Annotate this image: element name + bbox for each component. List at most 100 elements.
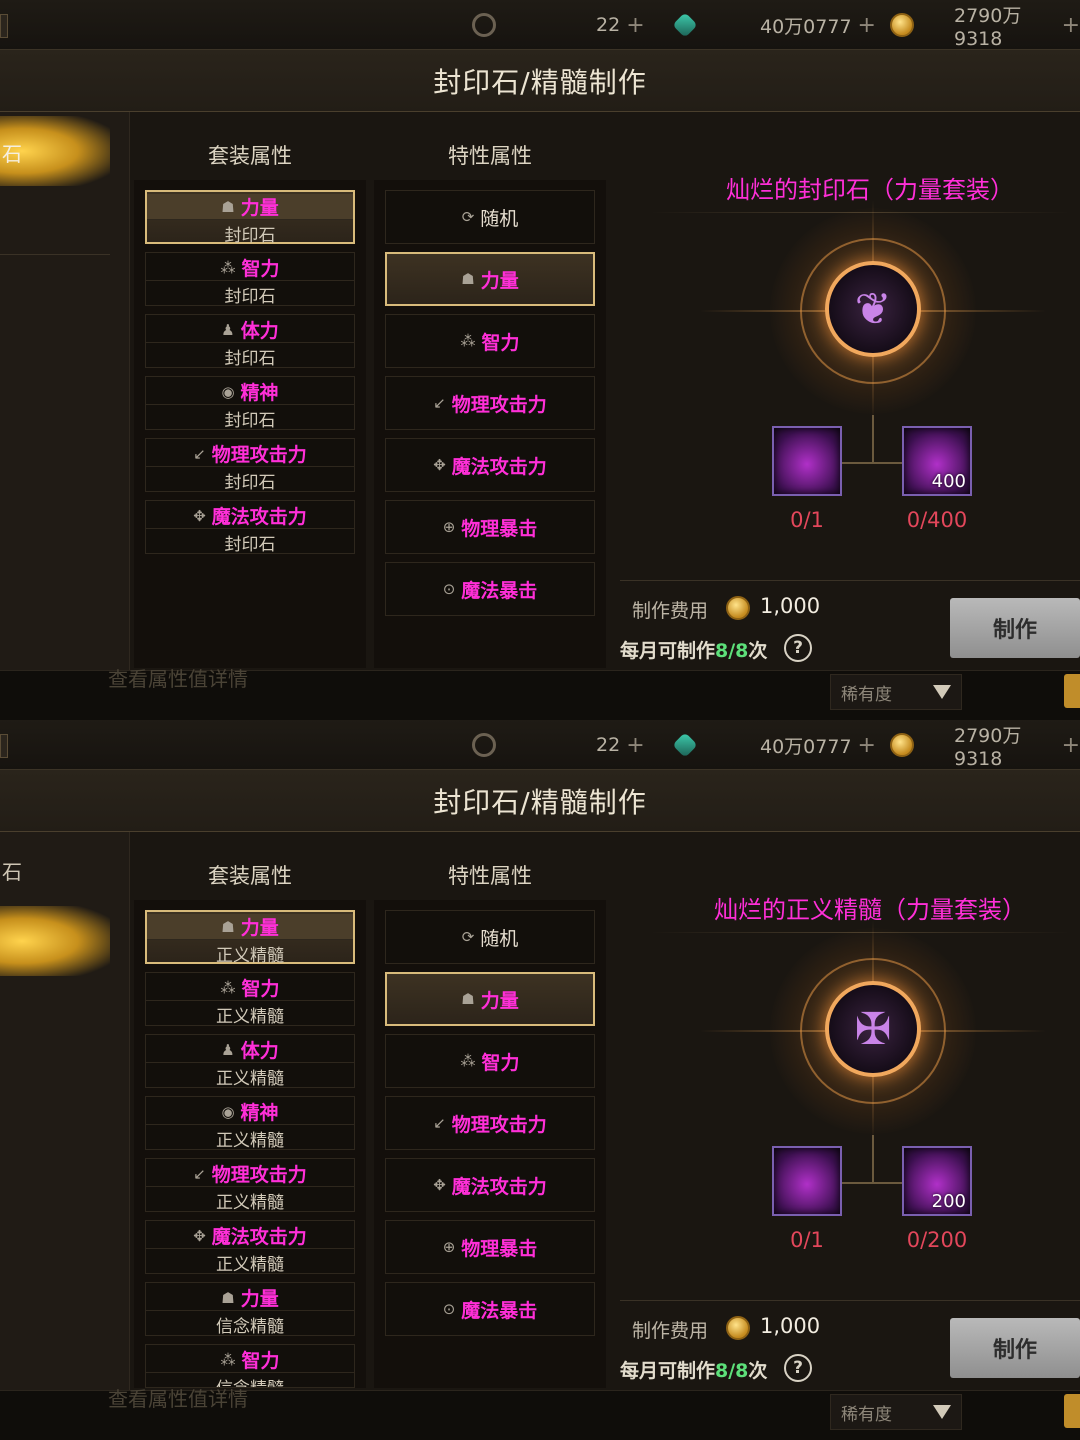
currency-1[interactable]: 22 +	[596, 720, 645, 770]
trait-item-magic-crit[interactable]: ⊙ 魔法暴击	[385, 562, 595, 616]
set-item-title: ☗ 力量	[146, 1285, 354, 1311]
set-item-intellect[interactable]: ⁂ 智力 封印石	[145, 252, 355, 307]
set-item-label: 智力	[241, 978, 280, 1000]
gold-coin-icon	[726, 596, 750, 620]
set-item-title: ⁂ 智力	[146, 975, 354, 1001]
plus-icon[interactable]: +	[626, 13, 644, 38]
trait-item-physical-crit[interactable]: ⊕ 物理暴击	[385, 1220, 595, 1274]
trait-item-label: 力量	[480, 269, 519, 292]
set-item-magic-attack[interactable]: ✥ 魔法攻击力 封印石	[145, 500, 355, 555]
set-item-label: 力量	[240, 197, 279, 219]
set-item-strength[interactable]: ☗ 力量 信念精髓	[145, 1282, 355, 1337]
recipe-connector	[872, 415, 874, 463]
cost-label: 制作费用	[632, 1320, 709, 1342]
trait-item-label: 物理暴击	[461, 1237, 538, 1260]
trait-item-label: 魔法暴击	[461, 1299, 538, 1322]
trait-item-physical-attack[interactable]: ↙ 物理攻击力	[385, 376, 595, 430]
set-item-strength[interactable]: ☗ 力量 正义精髓	[145, 910, 355, 966]
trait-item-strength[interactable]: ☗ 力量	[385, 252, 595, 306]
trait-item-magic-attack[interactable]: ✥ 魔法攻击力	[385, 1158, 595, 1212]
physical-attack-icon: ↙	[193, 444, 206, 463]
currency-2[interactable]: 40万0777 +	[760, 0, 876, 50]
attribute-details-link[interactable]: 查看属性值详情	[108, 1383, 248, 1412]
set-item-title: ⁂ 智力	[146, 1347, 354, 1373]
set-item-title: ↙ 物理攻击力	[146, 441, 354, 467]
trait-item-strength[interactable]: ☗ 力量	[385, 972, 595, 1026]
set-item-intellect[interactable]: ⁂ 智力 正义精髓	[145, 972, 355, 1027]
side-action-button[interactable]	[1064, 1394, 1080, 1428]
trait-item-label: 物理暴击	[461, 517, 538, 540]
seal-stone-emblem-icon[interactable]: ❦	[825, 261, 921, 357]
currency-1-value: 22	[596, 14, 621, 36]
monthly-value: 8/8	[715, 640, 749, 662]
set-item-physical-attack[interactable]: ↙ 物理攻击力 正义精髓	[145, 1158, 355, 1213]
justice-essence-emblem-icon[interactable]: ✠	[825, 981, 921, 1077]
set-item-vitality[interactable]: ♟ 体力 封印石	[145, 314, 355, 369]
back-edge-icon[interactable]	[0, 14, 8, 38]
plus-icon[interactable]: +	[1062, 13, 1080, 38]
currency-3[interactable]: 2790万9318 +	[954, 0, 1080, 50]
purple-stone-material-icon[interactable]	[772, 426, 842, 496]
plus-icon[interactable]: +	[1062, 733, 1080, 758]
trait-item-random[interactable]: ⟳ 随机	[385, 910, 595, 964]
intellect-icon: ⁂	[460, 332, 476, 350]
purple-stone-material-icon[interactable]	[772, 1146, 842, 1216]
make-button[interactable]: 制作	[950, 1318, 1080, 1378]
purple-shard-material-icon[interactable]: 200	[902, 1146, 972, 1216]
monthly-suffix: 次	[748, 640, 768, 662]
trait-item-random[interactable]: ⟳ 随机	[385, 190, 595, 244]
set-item-vitality[interactable]: ♟ 体力 正义精髓	[145, 1034, 355, 1089]
set-item-title: ↙ 物理攻击力	[146, 1161, 354, 1187]
help-icon[interactable]: ?	[784, 1354, 812, 1382]
material-count: 0/200	[906, 1228, 968, 1252]
currency-1[interactable]: 22 +	[596, 0, 645, 50]
set-attribute-header: 套装属性	[208, 864, 292, 888]
category-sidebar: 石	[0, 832, 130, 1390]
trait-item-physical-attack[interactable]: ↙ 物理攻击力	[385, 1096, 595, 1150]
purple-shard-material-icon[interactable]: 400	[902, 426, 972, 496]
plus-icon[interactable]: +	[858, 13, 876, 38]
spirit-icon: ◉	[221, 1102, 235, 1121]
set-item-intellect[interactable]: ⁂智力信念精髓	[145, 1344, 355, 1388]
currency-3[interactable]: 2790万9318 +	[954, 720, 1080, 770]
attribute-details-link[interactable]: 查看属性值详情	[108, 663, 248, 692]
sidebar-divider	[0, 254, 110, 255]
page-title: 封印石/精髓制作	[433, 65, 647, 99]
result-item-name: 灿烂的正义精髓（力量套装）	[714, 896, 1026, 924]
currency-2-value: 40万0777	[760, 15, 852, 38]
trait-item-intellect[interactable]: ⁂ 智力	[385, 314, 595, 368]
plus-icon[interactable]: +	[626, 733, 644, 758]
trait-item-label: 随机	[480, 207, 519, 230]
trait-item-physical-crit[interactable]: ⊕ 物理暴击	[385, 500, 595, 554]
result-item-name: 灿烂的封印石（力量套装）	[726, 176, 1014, 204]
back-edge-icon[interactable]	[0, 734, 8, 758]
set-item-type: 正义精髓	[216, 946, 284, 966]
plus-icon[interactable]: +	[858, 733, 876, 758]
trait-item-magic-crit[interactable]: ⊙ 魔法暴击	[385, 1282, 595, 1336]
set-item-label: 力量	[240, 1288, 279, 1310]
make-button[interactable]: 制作	[950, 598, 1080, 658]
help-icon[interactable]: ?	[784, 634, 812, 662]
rarity-dropdown[interactable]: 稀有度	[830, 674, 962, 710]
trait-item-label: 智力	[481, 331, 520, 354]
set-item-spirit[interactable]: ◉ 精神 正义精髓	[145, 1096, 355, 1151]
side-action-button[interactable]	[1064, 674, 1080, 708]
set-item-label: 精神	[240, 382, 279, 404]
strength-icon: ☗	[221, 1288, 235, 1307]
trait-item-intellect[interactable]: ⁂ 智力	[385, 1034, 595, 1088]
cost-label: 制作费用	[632, 600, 709, 622]
set-item-label: 物理攻击力	[211, 444, 307, 466]
trait-item-label: 物理攻击力	[451, 393, 547, 416]
set-item-spirit[interactable]: ◉ 精神 封印石	[145, 376, 355, 431]
trait-attribute-header: 特性属性	[448, 864, 532, 888]
magic-attack-icon: ✥	[193, 1226, 206, 1245]
rarity-dropdown[interactable]: 稀有度	[830, 1394, 962, 1430]
trait-item-magic-attack[interactable]: ✥ 魔法攻击力	[385, 438, 595, 492]
currency-2[interactable]: 40万0777 +	[760, 720, 876, 770]
sidebar-tab-selected[interactable]	[0, 906, 110, 976]
set-item-title: ✥ 魔法攻击力	[146, 1223, 354, 1249]
set-item-physical-attack[interactable]: ↙ 物理攻击力 封印石	[145, 438, 355, 493]
intellect-icon: ⁂	[460, 1052, 476, 1070]
set-item-strength[interactable]: ☗ 力量 封印石	[145, 190, 355, 246]
set-item-magic-attack[interactable]: ✥ 魔法攻击力 正义精髓	[145, 1220, 355, 1275]
